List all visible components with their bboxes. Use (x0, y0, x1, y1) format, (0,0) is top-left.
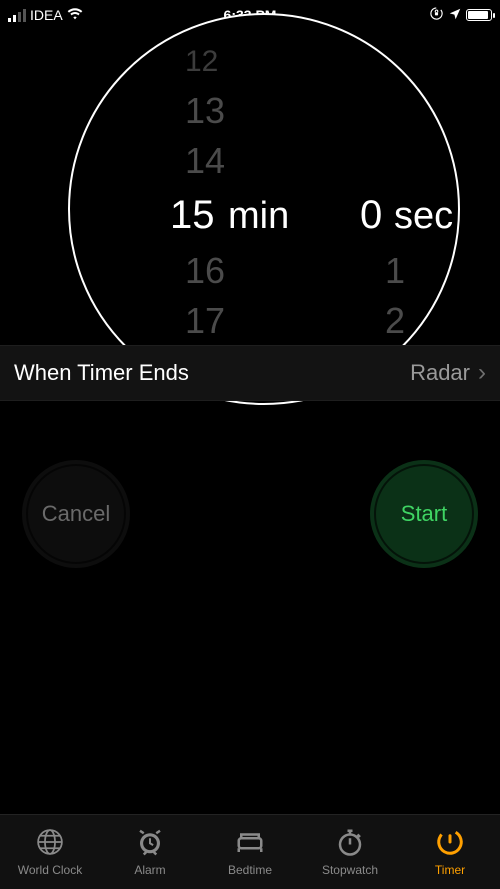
status-left: IDEA (8, 6, 83, 25)
picker-sec-p2[interactable]: 2 (385, 300, 405, 342)
when-timer-ends-value: Radar (410, 360, 470, 386)
tab-alarm[interactable]: Alarm (100, 815, 200, 889)
battery-icon (466, 9, 492, 21)
stopwatch-icon (335, 827, 365, 860)
tab-label: Alarm (134, 863, 165, 877)
lock-icon (429, 6, 444, 24)
time-picker[interactable]: 0 1 2 3 12 13 14 15 min 16 17 18 0 sec 1… (0, 30, 500, 345)
picker-min-unit: min (228, 195, 289, 238)
bed-icon (235, 827, 265, 860)
when-timer-ends-label: When Timer Ends (14, 360, 189, 386)
tab-bar: World Clock Alarm Bedtime Stopwatch Time… (0, 814, 500, 889)
button-row: Cancel Start (0, 460, 500, 600)
picker-sec-unit: sec (394, 195, 453, 238)
signal-icon (8, 9, 26, 22)
picker-min-m2[interactable]: 13 (185, 90, 225, 132)
picker-min-m3[interactable]: 12 (185, 45, 218, 79)
timer-screen: IDEA 6:33 PM 0 1 2 3 12 13 14 15 (0, 0, 500, 889)
picker-min-selected[interactable]: 15 (170, 193, 215, 238)
location-icon (448, 7, 462, 24)
status-right (429, 6, 492, 24)
picker-sec-selected[interactable]: 0 (360, 193, 382, 238)
when-timer-ends-row[interactable]: When Timer Ends Radar › (0, 345, 500, 401)
carrier-label: IDEA (30, 7, 63, 23)
tab-label: Timer (435, 863, 465, 877)
tab-timer[interactable]: Timer (400, 815, 500, 889)
chevron-right-icon: › (478, 359, 486, 387)
cancel-button-label: Cancel (42, 501, 110, 527)
picker-min-m1[interactable]: 14 (185, 140, 225, 182)
alarm-clock-icon (135, 827, 165, 860)
wifi-icon (67, 6, 83, 25)
start-button[interactable]: Start (370, 460, 478, 568)
tab-label: World Clock (18, 863, 82, 877)
tab-world-clock[interactable]: World Clock (0, 815, 100, 889)
timer-icon (435, 827, 465, 860)
start-button-label: Start (401, 501, 447, 527)
picker-sec-p1[interactable]: 1 (385, 250, 405, 292)
tab-bedtime[interactable]: Bedtime (200, 815, 300, 889)
globe-icon (35, 827, 65, 860)
tab-label: Stopwatch (322, 863, 378, 877)
tab-stopwatch[interactable]: Stopwatch (300, 815, 400, 889)
cancel-button[interactable]: Cancel (22, 460, 130, 568)
picker-min-p1[interactable]: 16 (185, 250, 225, 292)
picker-min-p2[interactable]: 17 (185, 300, 225, 342)
tab-label: Bedtime (228, 863, 272, 877)
